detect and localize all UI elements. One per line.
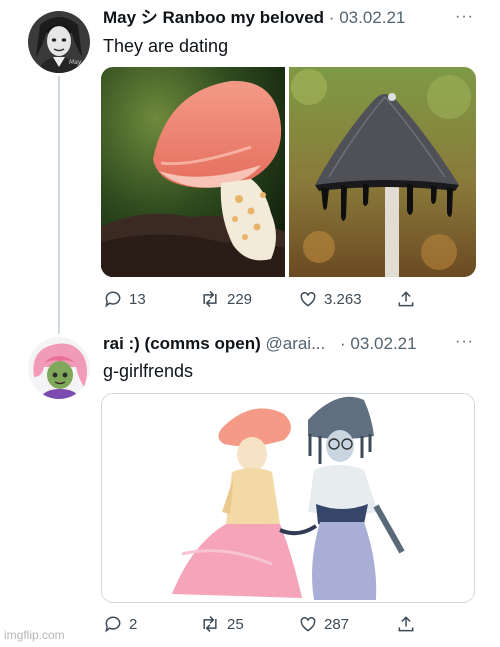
more-icon[interactable]: ··· [455,8,474,26]
reply-icon [105,616,121,633]
timestamp[interactable]: 03.02.21 [339,8,405,27]
separator: · [340,334,346,353]
handle[interactable]: @arai... [265,334,325,353]
display-name[interactable]: rai :) (comms open) [103,334,261,353]
like-button[interactable]: 287 [298,614,349,634]
thread-line [58,76,60,334]
retweet-button[interactable]: 25 [199,614,244,634]
retweet-button[interactable]: 229 [199,289,252,309]
tweet-header: rai :) (comms open) @arai... · 03.02.21 [103,334,417,354]
svg-text:May: May [69,59,82,66]
mushroom-pink-photo[interactable] [101,67,285,277]
avatar[interactable] [28,337,90,399]
reply-button[interactable]: 2 [103,614,137,634]
reply-count: 2 [129,615,138,633]
tweet-header: May シ Ranboo my beloved · 03.02.21 [103,8,405,28]
tweet-text: g-girlfrends [103,361,194,381]
retweet-icon [203,290,217,308]
separator: · [328,8,335,27]
more-icon[interactable]: ··· [455,333,474,351]
reply-icon [105,291,121,308]
like-icon [300,616,316,632]
share-button[interactable] [396,614,416,634]
display-name[interactable]: May シ Ranboo my beloved [103,8,324,27]
tweet-actions: 13 229 3.263 [103,289,418,311]
retweet-count: 229 [227,290,253,308]
reply-count: 13 [129,290,146,308]
share-icon [398,291,414,307]
like-button[interactable]: 3.263 [298,289,362,309]
imgflip-watermark: imgflip.com [4,628,65,642]
mushroom-inkcap-photo[interactable] [289,67,476,277]
retweet-count: 25 [227,615,244,633]
fanart-illustration[interactable] [101,393,475,603]
tweet-actions: 2 25 287 [103,614,418,636]
tweet-text: They are dating [103,36,229,56]
retweet-icon [203,615,217,633]
like-count: 3.263 [324,290,362,308]
avatar-pink-hair-icon [28,337,90,399]
avatar-portrait-icon: May [28,11,90,73]
avatar[interactable]: May [28,11,90,73]
timestamp[interactable]: 03.02.21 [350,334,416,353]
like-icon [300,291,316,307]
reply-button[interactable]: 13 [103,289,146,309]
share-button[interactable] [396,289,416,309]
share-icon [398,616,414,632]
like-count: 287 [324,615,350,633]
